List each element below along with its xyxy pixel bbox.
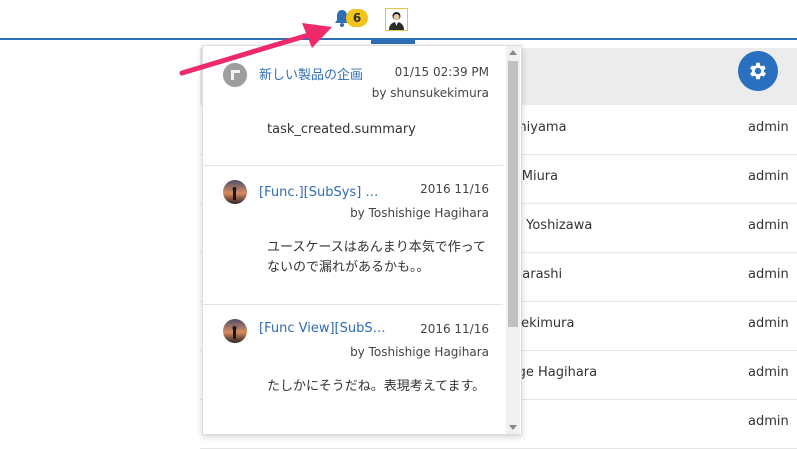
notification-count-badge[interactable]: 6 xyxy=(346,9,368,27)
top-bar: 6 xyxy=(0,0,797,38)
row-role: admin xyxy=(748,414,789,429)
scrollbar-thumb[interactable] xyxy=(508,61,518,327)
notification-title-link[interactable]: [Func View][SubSys] xyxy=(259,321,389,336)
notification-item[interactable]: [Func.][SubSys] タスク 2016 11/16 by Toshis… xyxy=(203,166,503,305)
notification-author: by shunsukekimura xyxy=(371,86,489,100)
notification-date: 01/15 02:39 PM xyxy=(394,65,489,79)
task-icon xyxy=(223,63,247,87)
dropdown-scrollbar[interactable] xyxy=(506,46,520,434)
notification-item[interactable]: [Func View][SubSys] 2016 11/16 by Toshis… xyxy=(203,305,503,434)
row-role: admin xyxy=(748,267,789,282)
row-name: e Yoshizawa xyxy=(514,218,593,233)
sunset-avatar xyxy=(223,319,247,343)
notification-body: task_created.summary xyxy=(267,122,416,137)
notification-dropdown: 新しい製品の企画 01/15 02:39 PM by shunsukekimur… xyxy=(202,45,522,435)
active-tab-indicator xyxy=(371,40,415,44)
notification-item[interactable]: 新しい製品の企画 01/15 02:39 PM by shunsukekimur… xyxy=(203,46,503,166)
settings-button[interactable] xyxy=(738,51,778,91)
row-role: admin xyxy=(748,169,789,184)
row-role: admin xyxy=(748,316,789,331)
notification-body: ユースケースはあんまり本気で作ってないので漏れがあるかも。。 xyxy=(267,240,487,275)
row-name: kekimura xyxy=(514,316,575,331)
notification-body: たしかにそうだね。表現考えてます。 xyxy=(267,379,486,394)
notification-date: 2016 11/16 xyxy=(420,322,489,336)
scroll-up-arrow-icon[interactable] xyxy=(509,50,517,55)
row-role: admin xyxy=(748,218,789,233)
notification-date: 2016 11/16 xyxy=(420,182,489,196)
scroll-down-arrow-icon[interactable] xyxy=(509,425,517,430)
user-avatar[interactable] xyxy=(385,8,408,31)
gear-icon xyxy=(750,62,766,80)
notification-author: by Toshishige Hagihara xyxy=(350,345,489,359)
row-name: ige Hagihara xyxy=(514,365,598,380)
sunset-avatar xyxy=(223,180,247,204)
row-role: admin xyxy=(748,120,789,135)
row-role: admin xyxy=(748,365,789,380)
notification-title-link[interactable]: [Func.][SubSys] タスク xyxy=(259,181,389,200)
notification-title-link[interactable]: 新しい製品の企画 xyxy=(259,64,389,83)
notification-author: by Toshishige Hagihara xyxy=(350,206,489,220)
